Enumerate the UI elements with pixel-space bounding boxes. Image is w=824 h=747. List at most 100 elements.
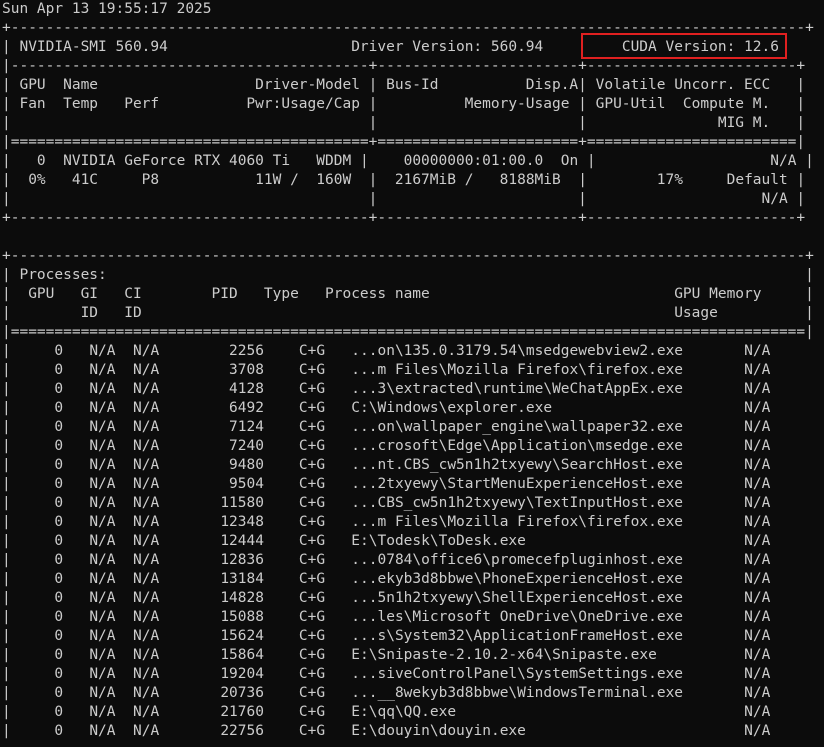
gpu-row-line-3: | | | N/A | — [2, 191, 806, 207]
process-name: ...3\extracted\runtime\WeChatAppEx.exe — [351, 381, 684, 397]
processes-header-1: | GPU GI CI PID Type Process name GPU Me… — [2, 286, 814, 302]
border-bottom: +---------------------------------------… — [2, 210, 806, 226]
process-pid: 12444 — [194, 533, 264, 549]
process-pid: 7124 — [194, 419, 264, 435]
processes-label: Processes: — [19, 267, 107, 283]
process-mem: N/A — [744, 704, 771, 720]
process-pid: 3708 — [194, 362, 264, 378]
process-row: | 0 N/A N/A 15624 C+G ...s\System32\Appl… — [2, 628, 771, 644]
process-pid: 21760 — [194, 704, 264, 720]
process-pid: 19204 — [194, 666, 264, 682]
process-name: E:\qq\QQ.exe — [351, 704, 684, 720]
process-mem: N/A — [744, 685, 771, 701]
border-top: +---------------------------------------… — [2, 20, 814, 36]
process-row: | 0 N/A N/A 22756 C+G E:\douyin\douyin.e… — [2, 723, 771, 739]
process-name: ...on\wallpaper_engine\wallpaper32.exe — [351, 419, 684, 435]
process-pid: 12836 — [194, 552, 264, 568]
process-pid: 12348 — [194, 514, 264, 530]
process-row: | 0 N/A N/A 19204 C+G ...siveControlPane… — [2, 666, 771, 682]
border-eq: |=======================================… — [2, 134, 806, 150]
process-row: | 0 N/A N/A 2256 C+G ...on\135.0.3179.54… — [2, 343, 771, 359]
terminal-output[interactable]: Sun Apr 13 19:55:17 2025 +---------------… — [2, 0, 824, 747]
process-name: ...ekyb3d8bbwe\PhoneExperienceHost.exe — [351, 571, 684, 587]
process-name: ...m Files\Mozilla Firefox\firefox.exe — [351, 362, 684, 378]
gpu-row-line-2: | 0% 41C P8 11W / 160W | 2167MiB / 8188M… — [2, 172, 806, 188]
process-mem: N/A — [744, 571, 771, 587]
header-line: | NVIDIA-SMI 560.94 Driver Version: 560.… — [2, 39, 824, 55]
process-row: | 0 N/A N/A 12444 C+G E:\Todesk\ToDesk.e… — [2, 533, 771, 549]
process-pid: 4128 — [194, 381, 264, 397]
process-pid: 11580 — [194, 495, 264, 511]
process-name: E:\Todesk\ToDesk.exe — [351, 533, 684, 549]
process-row: | 0 N/A N/A 11580 C+G ...CBS_cw5n1h2txye… — [2, 495, 771, 511]
process-mem: N/A — [744, 609, 771, 625]
process-mem: N/A — [744, 400, 771, 416]
process-mem: N/A — [744, 419, 771, 435]
process-name: ...on\135.0.3179.54\msedgewebview2.exe — [351, 343, 684, 359]
timestamp: Sun Apr 13 19:55:17 2025 — [2, 1, 212, 17]
nvidia-smi-version: NVIDIA-SMI 560.94 — [19, 39, 168, 55]
cuda-version: CUDA Version: 12.6 — [621, 39, 779, 55]
process-name: ...s\System32\ApplicationFrameHost.exe — [351, 628, 684, 644]
process-row: | 0 N/A N/A 6492 C+G C:\Windows\explorer… — [2, 400, 771, 416]
gpu-memory-usage: 2167MiB / 8188MiB — [386, 172, 579, 188]
process-row: | 0 N/A N/A 15088 C+G ...les\Microsoft O… — [2, 609, 771, 625]
gpu-table-header-row: | GPU Name Driver-Model | Bus-Id Disp.A|… — [2, 77, 806, 93]
process-pid: 7240 — [194, 438, 264, 454]
processes-columns: GPU GI CI PID Type Process name GPU Memo… — [28, 286, 762, 302]
process-row: | 0 N/A N/A 7124 C+G ...on\wallpaper_eng… — [2, 419, 771, 435]
process-mem: N/A — [744, 552, 771, 568]
border-sep: |---------------------------------------… — [2, 58, 806, 74]
process-row: | 0 N/A N/A 21760 C+G E:\qq\QQ.exe N/A | — [2, 704, 771, 720]
process-mem: N/A — [744, 457, 771, 473]
process-name: ...siveControlPanel\SystemSettings.exe — [351, 666, 684, 682]
process-name: E:\Snipaste-2.10.2-x64\Snipaste.exe — [351, 647, 684, 663]
process-mem: N/A — [744, 628, 771, 644]
process-row: | 0 N/A N/A 15864 C+G E:\Snipaste-2.10.2… — [2, 647, 771, 663]
process-pid: 14828 — [194, 590, 264, 606]
process-mem: N/A — [744, 362, 771, 378]
process-pid: 6492 — [194, 400, 264, 416]
process-pid: 2256 — [194, 343, 264, 359]
process-name: ...0784\office6\promecefpluginhost.exe — [351, 552, 684, 568]
process-row: | 0 N/A N/A 7240 C+G ...crosoft\Edge\App… — [2, 438, 771, 454]
process-name: ...2txyewy\StartMenuExperienceHost.exe — [351, 476, 684, 492]
processes-header-2: | ID ID Usage | — [2, 305, 814, 321]
processes-title: | Processes: | — [2, 267, 814, 283]
process-row: | 0 N/A N/A 12836 C+G ...0784\office6\pr… — [2, 552, 771, 568]
process-name: E:\douyin\douyin.exe — [351, 723, 684, 739]
process-row: | 0 N/A N/A 20736 C+G ...__8wekyb3d8bbwe… — [2, 685, 771, 701]
gpu-ecc: N/A — [604, 153, 797, 169]
process-mem: N/A — [744, 438, 771, 454]
gpu-util-compute: 17% Default — [595, 172, 788, 188]
timestamp-line: Sun Apr 13 19:55:17 2025 — [2, 0, 212, 19]
process-row: | 0 N/A N/A 12348 C+G ...m Files\Mozilla… — [2, 514, 771, 530]
process-mem: N/A — [744, 647, 771, 663]
process-name: ...nt.CBS_cw5n1h2txyewy\SearchHost.exe — [351, 457, 684, 473]
gpu-table-header-row: | Fan Temp Perf Pwr:Usage/Cap | Memory-U… — [2, 96, 806, 112]
process-pid: 15624 — [194, 628, 264, 644]
processes-columns-2: ID ID Usage — [28, 305, 718, 321]
process-row: | 0 N/A N/A 9504 C+G ...2txyewy\StartMen… — [2, 476, 771, 492]
process-pid: 20736 — [194, 685, 264, 701]
process-pid: 15864 — [194, 647, 264, 663]
process-pid: 22756 — [194, 723, 264, 739]
process-name: ...CBS_cw5n1h2txyewy\TextInputHost.exe — [351, 495, 684, 511]
process-mem: N/A — [744, 723, 771, 739]
process-row: | 0 N/A N/A 9480 C+G ...nt.CBS_cw5n1h2tx… — [2, 457, 771, 473]
process-name: ...crosoft\Edge\Application\msedge.exe — [351, 438, 684, 454]
gpu-fan-temp-power: 0% 41C P8 11W / 160W — [19, 172, 369, 188]
process-name: ...m Files\Mozilla Firefox\firefox.exe — [351, 514, 684, 530]
process-name: ...5n1h2txyewy\ShellExperienceHost.exe — [351, 590, 684, 606]
process-row: | 0 N/A N/A 3708 C+G ...m Files\Mozilla … — [2, 362, 771, 378]
proc-border-top: +---------------------------------------… — [2, 248, 814, 264]
process-mem: N/A — [744, 476, 771, 492]
gpu-row-summary: 0 NVIDIA GeForce RTX 4060 Ti WDDM — [19, 153, 360, 169]
process-name: C:\Windows\explorer.exe — [351, 400, 684, 416]
gpu-bus-info: 00000000:01:00.0 On — [377, 153, 587, 169]
gpu-table-header-row: | | | MIG M. | — [2, 115, 806, 131]
process-pid: 9504 — [194, 476, 264, 492]
process-mem: N/A — [744, 495, 771, 511]
process-mem: N/A — [744, 666, 771, 682]
gpu-row-line-1: | 0 NVIDIA GeForce RTX 4060 Ti WDDM | 00… — [2, 153, 814, 169]
